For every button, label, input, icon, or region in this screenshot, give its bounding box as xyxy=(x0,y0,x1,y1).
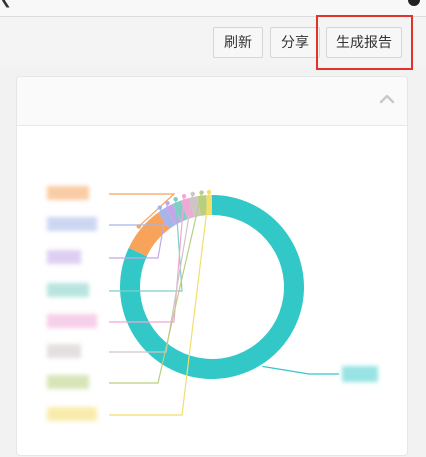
slice-label-0 xyxy=(342,366,378,382)
leader-dot-7 xyxy=(199,190,204,195)
generate-report-button[interactable]: 生成报告 xyxy=(326,27,402,58)
leader-line-0 xyxy=(262,365,339,375)
slice-label-3 xyxy=(47,250,81,264)
slice-label-4 xyxy=(47,283,89,297)
back-icon[interactable]: ❮ xyxy=(0,0,12,7)
top-bar: ❮ xyxy=(0,0,426,17)
chart-panel xyxy=(16,76,408,456)
slice-label-8 xyxy=(47,407,97,421)
leader-dot-3 xyxy=(165,200,170,206)
slice-label-1 xyxy=(47,186,89,200)
leader-dot-5 xyxy=(181,193,187,199)
donut-chart xyxy=(47,186,378,421)
leader-dot-4 xyxy=(173,197,178,202)
slice-label-2 xyxy=(47,217,97,231)
slice-label-6 xyxy=(47,344,81,358)
toolbar: 刷新 分享 生成报告 xyxy=(0,17,426,67)
leader-dot-2 xyxy=(157,205,163,210)
refresh-button[interactable]: 刷新 xyxy=(213,27,263,58)
slice-label-5 xyxy=(47,314,97,328)
leader-dot-8 xyxy=(206,189,212,195)
share-button[interactable]: 分享 xyxy=(270,27,320,58)
more-icon[interactable] xyxy=(408,0,420,6)
leader-dot-6 xyxy=(190,191,195,197)
slice-label-7 xyxy=(47,375,89,389)
